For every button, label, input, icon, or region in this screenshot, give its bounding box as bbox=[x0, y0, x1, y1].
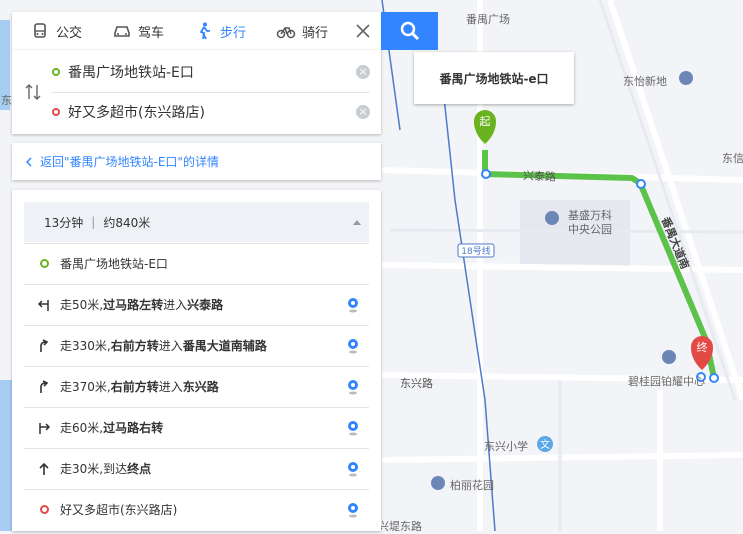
tab-walk-label: 步行 bbox=[220, 25, 247, 41]
locate-pin-icon[interactable] bbox=[347, 461, 359, 477]
route-time: 13分钟 bbox=[44, 215, 84, 230]
step-text: 好又多超市(东兴路店) bbox=[60, 503, 178, 517]
map-label: 番禺广场 bbox=[466, 13, 510, 26]
tab-bike[interactable]: 骑行 bbox=[268, 12, 336, 50]
route-node bbox=[481, 169, 491, 179]
step-text: 走50米,过马路左转进入兴泰路 bbox=[60, 298, 224, 312]
bus-icon bbox=[34, 23, 46, 38]
tab-drive-label: 驾车 bbox=[138, 25, 165, 41]
close-icon bbox=[356, 24, 370, 38]
tab-drive[interactable]: 驾车 bbox=[104, 12, 172, 50]
step-text: 走330米,右前方转进入番禺大道南辅路 bbox=[60, 339, 267, 353]
poi-building-icon bbox=[545, 211, 559, 225]
step-row[interactable]: 走330米,右前方转进入番禺大道南辅路 bbox=[24, 325, 369, 365]
straight-arrow-icon bbox=[39, 462, 49, 475]
bear-right-icon bbox=[40, 379, 49, 393]
poi-building-icon bbox=[679, 71, 693, 85]
route-summary: 13分钟 | 约840米 bbox=[24, 202, 369, 242]
tab-walk[interactable]: 步行 bbox=[186, 12, 254, 50]
svg-text:18号线: 18号线 bbox=[461, 245, 490, 257]
map-label: 兴堤东路 bbox=[378, 520, 422, 533]
search-button[interactable] bbox=[381, 12, 438, 50]
map-label: 东兴小学 bbox=[484, 440, 528, 453]
back-link-label: 返回"番禺广场地铁站-E口"的详情 bbox=[40, 155, 219, 169]
cross-right-icon bbox=[39, 422, 51, 434]
map-label: 东怡新地 bbox=[623, 75, 667, 88]
locate-pin-icon[interactable] bbox=[347, 420, 359, 436]
end-field-value: 好又多超市(东兴路店) bbox=[68, 105, 205, 121]
cross-left-icon bbox=[37, 299, 49, 311]
step-row[interactable]: 好又多超市(东兴路店) bbox=[24, 489, 369, 529]
step-text: 番禺广场地铁站-E口 bbox=[60, 257, 168, 271]
step-row[interactable]: 走370米,右前方转进入东兴路 bbox=[24, 366, 369, 406]
tab-bike-label: 骑行 bbox=[302, 25, 329, 41]
step-row[interactable]: 走60米,过马路右转 bbox=[24, 407, 369, 447]
car-icon bbox=[114, 26, 130, 37]
map-callout: 番禺广场地铁站-e口 bbox=[414, 52, 574, 104]
clear-start-button[interactable]: × bbox=[356, 65, 370, 79]
locate-pin-icon[interactable] bbox=[347, 338, 359, 354]
map-label: 东信 bbox=[722, 152, 743, 165]
start-field-value: 番禺广场地铁站-E口 bbox=[68, 65, 194, 81]
step-row[interactable]: 番禺广场地铁站-E口 bbox=[24, 243, 369, 283]
search-icon bbox=[400, 21, 419, 41]
scroll-up-icon[interactable] bbox=[353, 220, 361, 225]
locate-pin-icon[interactable] bbox=[347, 502, 359, 518]
swap-icon[interactable] bbox=[24, 83, 42, 101]
tab-bus-label: 公交 bbox=[56, 25, 83, 41]
travel-mode-bar: 公交 驾车 步行 骑行 bbox=[12, 12, 381, 50]
route-node bbox=[636, 179, 646, 189]
locate-pin-icon[interactable] bbox=[347, 297, 359, 313]
bear-right-icon bbox=[40, 338, 49, 352]
step-text: 走30米,到达终点 bbox=[60, 462, 152, 476]
back-to-details-link[interactable]: 返回"番禺广场地铁站-E口"的详情 bbox=[12, 143, 381, 180]
end-field[interactable]: 好又多超市(东兴路店) × bbox=[52, 92, 370, 132]
route-distance: 约840米 bbox=[103, 215, 151, 230]
start-dot-icon bbox=[52, 68, 60, 76]
route-node bbox=[709, 373, 719, 383]
end-dot-icon bbox=[39, 505, 49, 514]
end-dot-icon bbox=[52, 108, 60, 116]
svg-text:文: 文 bbox=[540, 438, 550, 451]
bike-icon bbox=[276, 27, 296, 39]
locate-pin-icon[interactable] bbox=[347, 379, 359, 395]
step-text: 走60米,过马路右转 bbox=[60, 421, 164, 435]
start-field[interactable]: 番禺广场地铁站-E口 × bbox=[52, 52, 370, 93]
poi-building-icon bbox=[431, 476, 445, 490]
route-inputs: 番禺广场地铁站-E口 × 好又多超市(东兴路店) × bbox=[12, 50, 381, 134]
step-row[interactable]: 走50米,过马路左转进入兴泰路 bbox=[24, 284, 369, 324]
map-label: 兴泰路 bbox=[522, 169, 557, 184]
map-label: 基盛万科 中央公园 bbox=[568, 209, 612, 236]
start-dot-icon bbox=[39, 259, 49, 268]
walk-icon bbox=[199, 22, 211, 40]
route-steps-panel: 13分钟 | 约840米 番禺广场地铁站-E口 走50米,过马路左转进入兴泰路 … bbox=[12, 190, 381, 531]
tab-bus[interactable]: 公交 bbox=[22, 12, 90, 50]
map-label: 碧桂园铂耀中心 bbox=[628, 375, 705, 388]
poi-building-icon bbox=[662, 350, 676, 364]
map-label: 柏丽花园 bbox=[450, 479, 494, 492]
step-text: 走370米,右前方转进入东兴路 bbox=[60, 380, 219, 394]
svg-text:起: 起 bbox=[480, 115, 491, 128]
step-row[interactable]: 走30米,到达终点 bbox=[24, 448, 369, 488]
close-button[interactable] bbox=[345, 12, 381, 50]
chevron-left-icon bbox=[26, 156, 32, 167]
svg-text:终: 终 bbox=[697, 340, 708, 354]
map-label: 东兴路 bbox=[400, 377, 433, 390]
clear-end-button[interactable]: × bbox=[356, 105, 370, 119]
school-icon: 文 bbox=[537, 436, 553, 452]
